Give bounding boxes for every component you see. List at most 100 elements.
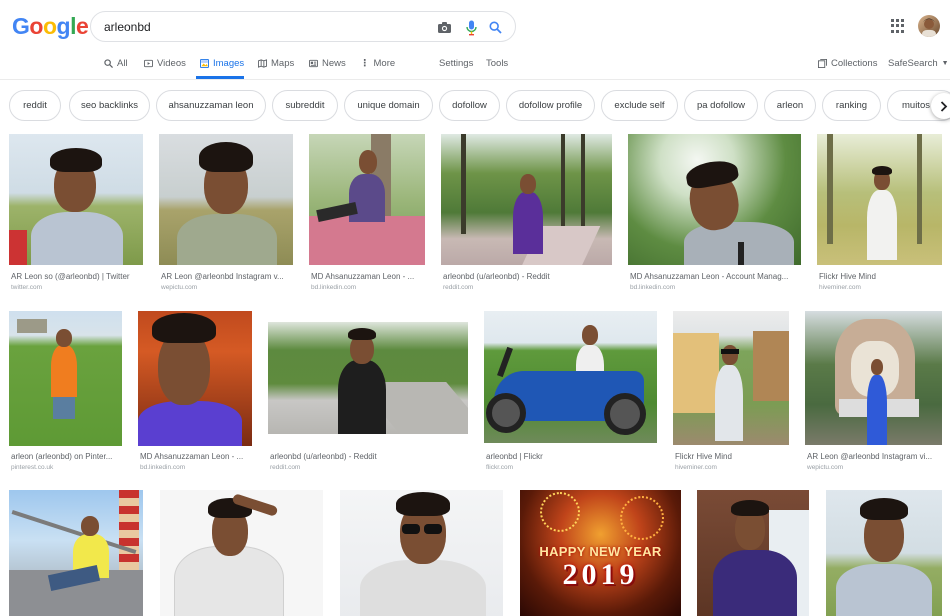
new-year-number: 2019 (562, 558, 639, 591)
result-title[interactable]: Flickr Hive Mind (675, 452, 789, 461)
image-result[interactable]: AR Leon so (@arleonbd) | Twitter twitter… (9, 134, 143, 294)
result-title[interactable]: MD Ahsanuzzaman Leon - Account Manag... (630, 272, 801, 281)
result-source: reddit.com (270, 464, 301, 471)
tab-images[interactable]: Images (200, 58, 244, 69)
image-result[interactable]: arleonbd (u/arleonbd) - Reddit reddit.co… (268, 322, 468, 476)
result-thumbnail[interactable] (484, 311, 657, 443)
chip[interactable]: seo backlinks (69, 90, 150, 121)
tab-news[interactable]: News (309, 58, 346, 69)
result-thumbnail[interactable] (9, 490, 143, 616)
result-source: bd.linkedin.com (140, 464, 186, 471)
chip[interactable]: dofollow (439, 90, 500, 121)
result-thumbnail[interactable]: HAPPY NEW YEAR 2019 (520, 490, 681, 616)
result-source: bd.linkedin.com (311, 284, 357, 291)
chevron-right-icon (940, 100, 948, 112)
image-result[interactable]: arleonbd | Flickr flickr.com (484, 311, 657, 476)
image-result[interactable]: arleonbd (u/arleonbd) - Reddit reddit.co… (441, 134, 612, 294)
result-title[interactable]: MD Ahsanuzzaman Leon - ... (311, 272, 425, 281)
result-title[interactable]: arleonbd | Flickr (486, 452, 657, 461)
result-source: pinterest.co.uk (11, 464, 54, 471)
result-source: wepictu.com (807, 464, 844, 471)
image-result[interactable] (160, 490, 323, 616)
logo-letter: G (12, 13, 30, 39)
tab-label: All (117, 58, 128, 69)
result-thumbnail[interactable] (441, 134, 612, 265)
result-thumbnail[interactable] (159, 134, 293, 265)
search-icon[interactable] (487, 19, 504, 36)
chips-next-button[interactable] (931, 93, 950, 119)
more-vertical-icon: ⋮ (360, 58, 370, 69)
apps-grid-icon[interactable] (891, 19, 905, 33)
image-result[interactable] (9, 490, 143, 616)
result-title[interactable]: AR Leon @arleonbd Instagram vi... (807, 452, 942, 461)
image-result[interactable]: arleon (arleonbd) on Pinter... pinterest… (9, 311, 122, 476)
result-thumbnail[interactable] (160, 490, 323, 616)
result-thumbnail[interactable] (805, 311, 942, 445)
result-title[interactable]: arleonbd (u/arleonbd) - Reddit (443, 272, 612, 281)
logo-letter: e (75, 13, 89, 39)
chip[interactable]: ahsanuzzaman leon (156, 90, 266, 121)
image-result[interactable] (340, 490, 503, 616)
safesearch-dropdown[interactable]: SafeSearch ▼ (888, 58, 949, 69)
image-icon (200, 59, 209, 68)
chip[interactable]: reddit (9, 90, 61, 121)
chip[interactable]: ranking (822, 90, 881, 121)
tab-maps[interactable]: Maps (258, 58, 294, 69)
chip[interactable]: arleon (764, 90, 816, 121)
search-input[interactable] (104, 18, 424, 36)
result-title[interactable]: arleon (arleonbd) on Pinter... (11, 452, 122, 461)
image-result[interactable] (826, 490, 942, 616)
microphone-icon[interactable] (463, 19, 480, 36)
tab-label: Tools (486, 58, 509, 69)
settings-link[interactable]: Settings (439, 58, 473, 69)
image-result[interactable]: MD Ahsanuzzaman Leon - ... bd.linkedin.c… (309, 134, 425, 294)
image-result[interactable]: Flickr Hive Mind hiveminer.com (673, 311, 789, 476)
collections-link[interactable]: Collections (818, 58, 877, 69)
tab-label: Maps (271, 58, 295, 69)
result-thumbnail[interactable] (9, 134, 143, 265)
tab-all[interactable]: All (104, 58, 128, 69)
image-result[interactable]: Flickr Hive Mind hiveminer.com (817, 134, 942, 294)
result-source: wepictu.com (161, 284, 198, 291)
image-result[interactable]: AR Leon @arleonbd Instagram vi... wepict… (805, 311, 942, 476)
result-thumbnail[interactable] (628, 134, 801, 265)
tab-more[interactable]: ⋮ More (360, 58, 395, 69)
tab-videos[interactable]: Videos (144, 58, 186, 69)
chip[interactable]: dofollow profile (506, 90, 595, 121)
chip[interactable]: pa dofollow (684, 90, 758, 121)
header: Google All Videos Images (0, 0, 950, 80)
google-logo[interactable]: Google (12, 13, 89, 40)
account-avatar[interactable] (918, 15, 940, 37)
image-result[interactable] (697, 490, 809, 616)
result-thumbnail[interactable] (697, 490, 809, 616)
chip[interactable]: subreddit (272, 90, 338, 121)
result-thumbnail[interactable] (138, 311, 252, 446)
result-title[interactable]: AR Leon so (@arleonbd) | Twitter (11, 272, 143, 281)
tools-link[interactable]: Tools (486, 58, 508, 69)
result-source: flickr.com (486, 464, 514, 471)
caret-down-icon: ▼ (941, 60, 949, 67)
result-title[interactable]: Flickr Hive Mind (819, 272, 942, 281)
chip[interactable]: unique domain (344, 90, 433, 121)
search-icon (104, 59, 113, 68)
image-result[interactable]: MD Ahsanuzzaman Leon - Account Manag... … (628, 134, 801, 294)
result-thumbnail[interactable] (817, 134, 942, 265)
result-thumbnail[interactable] (340, 490, 503, 616)
result-thumbnail[interactable] (309, 134, 425, 265)
result-thumbnail[interactable] (673, 311, 789, 445)
image-result[interactable]: HAPPY NEW YEAR 2019 (520, 490, 681, 616)
result-title[interactable]: AR Leon @arleonbd Instagram v... (161, 272, 293, 281)
image-result[interactable]: AR Leon @arleonbd Instagram v... wepictu… (159, 134, 293, 294)
result-title[interactable]: MD Ahsanuzzaman Leon - ... (140, 452, 252, 461)
image-result[interactable]: MD Ahsanuzzaman Leon - ... bd.linkedin.c… (138, 311, 252, 476)
result-thumbnail[interactable] (9, 311, 122, 446)
chip[interactable]: exclude self (601, 90, 678, 121)
camera-icon[interactable] (436, 19, 453, 36)
result-title[interactable]: arleonbd (u/arleonbd) - Reddit (270, 452, 468, 461)
tab-label: Images (213, 58, 245, 69)
result-thumbnail[interactable] (826, 490, 942, 616)
logo-letter: o (29, 13, 43, 39)
result-source: reddit.com (443, 284, 474, 291)
result-source: hiveminer.com (675, 464, 717, 471)
result-thumbnail[interactable] (268, 322, 468, 434)
